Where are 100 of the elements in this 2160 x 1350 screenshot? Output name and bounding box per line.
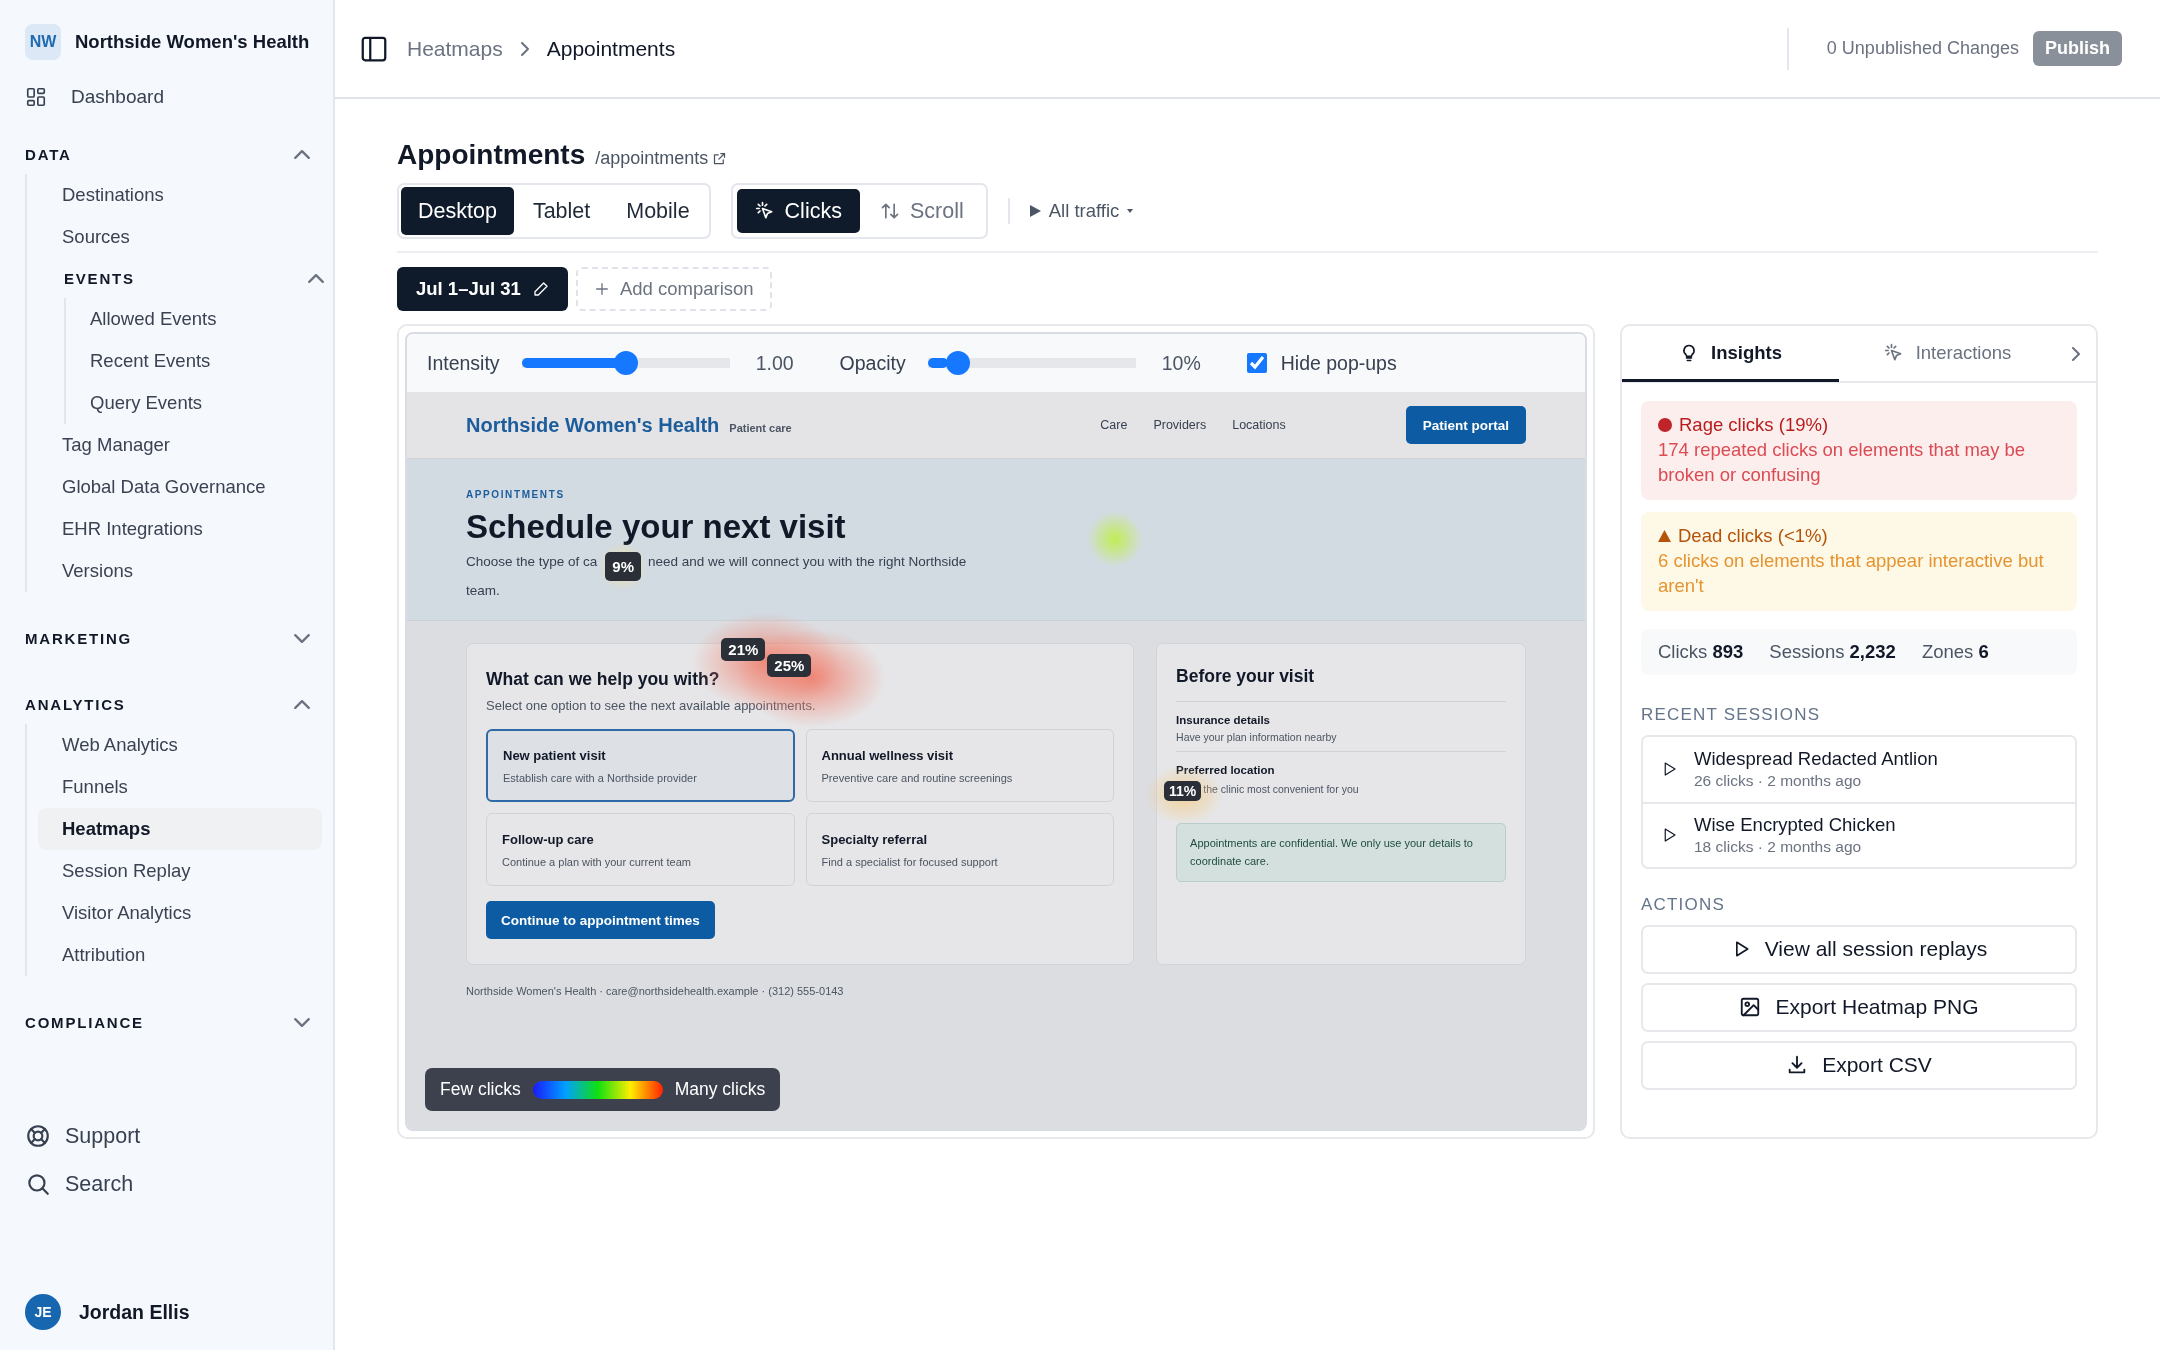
- nav-item[interactable]: Session Replay: [38, 850, 322, 892]
- nav-item[interactable]: Heatmaps: [38, 808, 322, 850]
- section-header[interactable]: ANALYTICS: [25, 684, 310, 724]
- dashboard-link[interactable]: Dashboard: [25, 74, 308, 120]
- option-card[interactable]: Specialty referral Find a specialist for focused support: [805, 813, 1115, 886]
- site-nav-link[interactable]: Locations: [1232, 418, 1286, 432]
- caret-icon: [1127, 209, 1134, 213]
- note-box: Appointments are confidential. We only use your details to coordinate care.: [1176, 823, 1506, 883]
- nav-item[interactable]: Allowed Events: [66, 298, 322, 340]
- nav-item[interactable]: Versions: [38, 550, 322, 592]
- section-header[interactable]: COMPLIANCE: [25, 1002, 310, 1042]
- hide-popups-checkbox[interactable]: [1246, 353, 1267, 373]
- chevron-right-icon: [2072, 346, 2080, 361]
- plus-icon: [593, 281, 610, 297]
- portal-button[interactable]: Patient portal: [1405, 406, 1526, 444]
- add-comparison-button[interactable]: Add comparison: [575, 267, 772, 311]
- continue-button[interactable]: Continue to appointment times: [486, 901, 715, 939]
- page-path-link[interactable]: /appointments: [595, 148, 728, 169]
- click-badge: 11%: [1164, 781, 1202, 801]
- site-nav-link[interactable]: Care: [1100, 418, 1128, 432]
- card-title: What can we help you with?: [486, 668, 720, 690]
- support-link[interactable]: Support: [25, 1115, 308, 1157]
- chevron-down-icon: [294, 1017, 310, 1027]
- info-text: Have your plan information nearby: [1176, 731, 1337, 743]
- page-title: Appointments: [397, 139, 586, 171]
- option-card[interactable]: Follow-up care Continue a plan with your current team: [486, 813, 795, 886]
- chevron-right-icon: [520, 41, 529, 56]
- up-down-arrows-icon: [879, 201, 900, 221]
- slider-value: 1.00: [755, 351, 794, 375]
- alert-text: 6 clicks on elements that appear interactive but aren't: [1658, 548, 2045, 598]
- nav-item[interactable]: Tag Manager: [38, 424, 322, 466]
- cursor-click-icon: [754, 201, 775, 221]
- search-link[interactable]: Search: [25, 1163, 308, 1205]
- nav-item[interactable]: Global Data Governance: [38, 466, 322, 508]
- legend-label: Many clicks: [674, 1079, 766, 1100]
- alert-text: 174 repeated clicks on elements that may be broken or confusing: [1658, 437, 2027, 487]
- device-tab[interactable]: Tablet: [515, 187, 608, 235]
- nav-item[interactable]: EHR Integrations: [38, 508, 322, 550]
- panel-tab[interactable]: Interactions: [1839, 327, 2056, 382]
- intro-text: team.: [466, 583, 500, 599]
- option-card[interactable]: Annual wellness visit Preventive care and routine screenings: [805, 729, 1115, 802]
- warning-triangle-icon: [1658, 530, 1671, 543]
- action-button[interactable]: Export CSV: [1641, 1040, 2077, 1090]
- nav-item[interactable]: Web Analytics: [38, 724, 322, 766]
- nav-item[interactable]: Visitor Analytics: [38, 892, 322, 934]
- device-tab[interactable]: Mobile: [609, 187, 707, 235]
- slider-label: Opacity: [839, 351, 906, 375]
- alert-title: Rage clicks (19%): [1679, 413, 1829, 437]
- click-badge: 9%: [605, 552, 642, 582]
- card-subtitle: Select one option to see the next available appointments.: [486, 698, 817, 713]
- section-header[interactable]: DATA: [25, 134, 310, 174]
- section-header[interactable]: EVENTS: [64, 258, 324, 298]
- chevron-up-icon: [294, 149, 310, 159]
- org-name: Northside Women's Health: [75, 31, 310, 53]
- breadcrumb-current: Appointments: [546, 36, 676, 61]
- user-name: Jordan Ellis: [79, 1300, 190, 1324]
- site-name: Northside Women's Health: [466, 413, 720, 437]
- action-button[interactable]: View all session replays: [1641, 924, 2077, 974]
- date-range-button[interactable]: Jul 1–Jul 31: [397, 267, 568, 311]
- stat-text: Clicks 893: [1658, 640, 1744, 663]
- click-badge: 21%: [721, 638, 766, 661]
- traffic-filter[interactable]: All traffic: [1029, 200, 1134, 222]
- action-button[interactable]: Export Heatmap PNG: [1641, 982, 2077, 1032]
- section-label: RECENT SESSIONS: [1641, 704, 1822, 725]
- nav-item[interactable]: Funnels: [38, 766, 322, 808]
- info-title: Insurance details: [1176, 714, 1272, 726]
- stat-text: Zones 6: [1921, 640, 1989, 663]
- slider-thumb[interactable]: [613, 351, 638, 375]
- chevron-down-icon: [294, 633, 310, 643]
- external-link-icon: [712, 151, 728, 166]
- mode-tab[interactable]: Scroll: [861, 189, 982, 233]
- alert-title: Dead clicks (<1%): [1678, 523, 1828, 548]
- nav-item[interactable]: Query Events: [66, 382, 322, 424]
- section-label: ACTIONS: [1641, 894, 1726, 915]
- checkbox-label[interactable]: Hide pop-ups: [1280, 351, 1397, 375]
- dot-icon: [1658, 418, 1672, 433]
- nav-item[interactable]: Attribution: [38, 934, 322, 976]
- nav-item[interactable]: Sources: [38, 216, 322, 258]
- nav-item[interactable]: Recent Events: [66, 340, 322, 382]
- stat-text: Sessions 2,232: [1769, 640, 1896, 663]
- headline: Schedule your next visit: [466, 508, 846, 546]
- mode-tab[interactable]: Clicks: [736, 189, 860, 233]
- image-icon: [1739, 996, 1762, 1019]
- option-card[interactable]: New patient visit Establish care with a Northside provider: [486, 729, 795, 802]
- device-tab[interactable]: Desktop: [401, 187, 514, 235]
- panel-tab[interactable]: Insights: [1622, 327, 1839, 382]
- nav-item[interactable]: Destinations: [38, 174, 322, 216]
- search-icon: [25, 1171, 51, 1197]
- site-nav-link[interactable]: Providers: [1153, 418, 1207, 432]
- intro-text: need and we will connect you with the right Northside: [648, 554, 967, 569]
- breadcrumb-link[interactable]: Heatmaps: [407, 36, 503, 61]
- click-badge: 25%: [767, 654, 812, 677]
- slider-thumb[interactable]: [946, 351, 971, 375]
- avatar[interactable]: JE: [25, 1294, 61, 1330]
- site-footer-text: Northside Women's Health · care@northsidehealth.example · (312) 555-0143: [465, 984, 845, 997]
- chevron-up-icon: [308, 273, 324, 283]
- section-header[interactable]: MARKETING: [25, 618, 310, 658]
- session-row[interactable]: Widespread Redacted Antlion 26 clicks · 2 months ago: [1643, 736, 2075, 802]
- session-row[interactable]: Wise Encrypted Chicken 18 clicks · 2 months ago: [1643, 801, 2075, 867]
- slider-value: 10%: [1161, 351, 1201, 375]
